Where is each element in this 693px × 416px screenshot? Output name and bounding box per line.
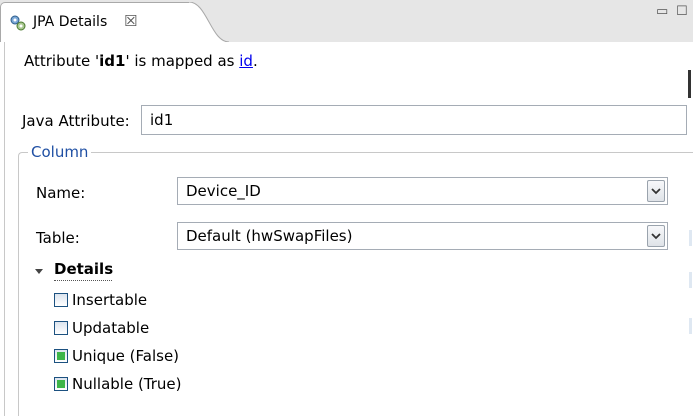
sash-marker [688, 70, 691, 98]
column-name-combo[interactable]: Device_ID [177, 177, 668, 205]
java-attribute-field[interactable]: id1 [141, 105, 687, 135]
chevron-down-icon[interactable] [647, 225, 665, 247]
column-name-label: Name: [36, 184, 86, 202]
summary-prefix: Attribute ' [24, 52, 100, 70]
insertable-label: Insertable [72, 291, 148, 309]
edge-marker [689, 272, 692, 288]
minimize-view-icon[interactable]: ▭ [656, 4, 668, 19]
maximize-view-icon[interactable]: ☐ [676, 4, 688, 19]
checkbox-unchecked-icon[interactable] [54, 293, 68, 307]
edge-marker [689, 230, 692, 246]
checkbox-default-icon[interactable] [54, 377, 68, 391]
unique-label: Unique (False) [72, 347, 180, 365]
chevron-down-icon[interactable] [647, 180, 665, 202]
updatable-checkbox[interactable]: Updatable [54, 318, 149, 338]
table-combo[interactable]: Default (hwSwapFiles) [177, 222, 668, 250]
focus-underline [54, 280, 112, 281]
summary-attribute-name: id1 [99, 52, 126, 70]
unique-checkbox[interactable]: Unique (False) [54, 346, 179, 366]
summary-middle: ' is mapped as [125, 52, 240, 70]
view-tab-strip: JPA Details ☒ ▭ ☐ [0, 0, 693, 42]
tab-title: JPA Details [33, 14, 108, 30]
mapping-type-link[interactable]: id [239, 52, 253, 70]
tab-close-icon[interactable]: ☒ [124, 12, 137, 30]
updatable-label: Updatable [72, 319, 150, 337]
summary-suffix: . [252, 52, 258, 70]
mapping-summary: Attribute 'id1' is mapped as id. [24, 52, 258, 70]
expand-triangle-icon[interactable] [34, 264, 44, 274]
checkbox-default-icon[interactable] [54, 349, 68, 363]
column-name-value: Device_ID [186, 182, 261, 200]
jpa-details-icon [9, 14, 27, 32]
java-attribute-label: Java Attribute: [22, 112, 130, 130]
nullable-label: Nullable (True) [72, 375, 182, 393]
table-label: Table: [36, 229, 80, 247]
nullable-checkbox[interactable]: Nullable (True) [54, 374, 182, 394]
details-section-title[interactable]: Details [54, 260, 113, 278]
table-value: Default (hwSwapFiles) [186, 227, 353, 245]
column-group-title: Column [28, 143, 92, 161]
edge-marker [689, 318, 692, 334]
insertable-checkbox[interactable]: Insertable [54, 290, 147, 310]
checkbox-unchecked-icon[interactable] [54, 321, 68, 335]
tab-curve [189, 2, 229, 42]
tab-jpa-details[interactable]: JPA Details ☒ [0, 2, 190, 42]
